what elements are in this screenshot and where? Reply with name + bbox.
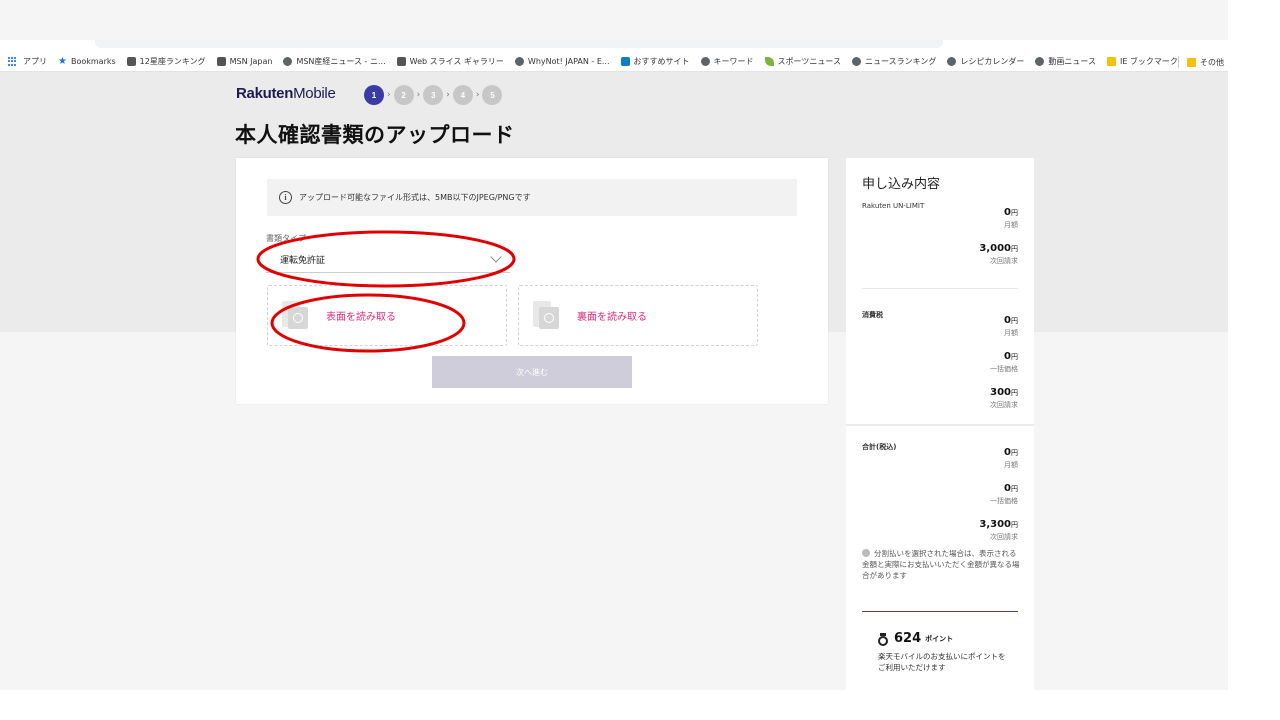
medal-icon	[878, 632, 888, 646]
globe-icon	[700, 57, 710, 66]
step-3: 3	[423, 85, 444, 105]
plan-name: Rakuten UN-LIMIT	[862, 202, 925, 210]
summary-title: 申し込み内容	[862, 177, 941, 192]
step-arrow-icon: ›	[416, 90, 421, 100]
globe-icon	[283, 57, 293, 66]
bookmark-other[interactable]: その他	[1178, 56, 1224, 68]
bookmark-news-ranking[interactable]: ニュースランキング	[851, 56, 936, 67]
next-button[interactable]: 次へ進む	[432, 356, 632, 388]
step-2: 2	[393, 85, 414, 105]
tax-lump: 0円 一括価格	[990, 351, 1018, 373]
step-4: 4	[452, 85, 473, 105]
bookmark-web-slice[interactable]: Web スライス ギャラリー	[396, 56, 504, 67]
globe-icon	[514, 57, 524, 66]
step-5: 5	[482, 85, 503, 105]
rakuten-mobile-logo[interactable]: RakutenMobile	[236, 85, 336, 102]
tax-monthly: 0円 月額	[1004, 315, 1018, 337]
points-header: 624 ポイント	[878, 631, 953, 646]
points-description: 楽天モバイルのお支払いにポイントをご利用いただけます	[878, 652, 1006, 672]
page-title: 本人確認書類のアップロード	[235, 123, 515, 147]
globe-icon	[1035, 57, 1045, 66]
bookmark-video-news[interactable]: 動画ニュース	[1035, 56, 1096, 67]
total-next-bill: 3,300円 次回請求	[979, 519, 1018, 541]
scan-front-button[interactable]: 表面を読み取る	[267, 285, 507, 346]
doc-type-value: 運転免許証	[280, 256, 326, 266]
info-icon: i	[279, 191, 292, 204]
bookmark-whynot[interactable]: WhyNot! JAPAN - E...	[514, 57, 610, 66]
info-dot-icon	[862, 549, 870, 557]
chevron-down-icon	[490, 251, 502, 263]
step-arrow-icon: ›	[446, 90, 450, 100]
bookmark-keyword[interactable]: キーワード	[700, 56, 754, 67]
step-arrow-icon: ›	[387, 90, 391, 100]
file-format-notice: i アップロード可能なファイル形式は、5MB以下のJPEG/PNGです	[267, 179, 797, 216]
order-summary: 申し込み内容 Rakuten UN-LIMIT 0円 月額 3,000円 次回請求 …	[846, 158, 1034, 690]
bookmark-horoscope[interactable]: 12星座ランキング	[126, 56, 206, 67]
screenshot-area: アプリ ★ Bookmarks 12星座ランキング MSN Japan MSN産経…	[0, 0, 1228, 690]
bookmarks-divider	[1178, 56, 1179, 68]
id-card-icon	[282, 300, 310, 331]
points-value: 624	[894, 631, 922, 646]
summary-divider	[862, 288, 1018, 289]
scan-back-button[interactable]: 裏面を読み取る	[518, 285, 758, 346]
folder-icon	[1187, 57, 1196, 67]
apps-grid-icon	[8, 56, 18, 67]
doc-type-select[interactable]: 運転免許証	[266, 247, 510, 273]
tax-name: 消費税	[862, 311, 883, 319]
total-name: 合計(税込)	[862, 443, 897, 451]
globe-icon	[947, 57, 957, 66]
bookmark-msn-japan[interactable]: MSN Japan	[216, 57, 272, 66]
id-card-icon	[533, 300, 561, 331]
bookmark-msn-sankei[interactable]: MSN産経ニュース - ニ...	[283, 56, 386, 67]
bookmark-sports[interactable]: スポーツニュース	[764, 56, 841, 67]
bookmark-recommended[interactable]: おすすめサイト	[620, 56, 690, 67]
scan-front-label: 表面を読み取る	[326, 312, 396, 323]
scan-back-label: 裏面を読み取る	[577, 312, 647, 323]
bookmark-ie-folder[interactable]: IE ブックマーク	[1106, 56, 1178, 67]
upload-card: i アップロード可能なファイル形式は、5MB以下のJPEG/PNGです 書類タイ…	[236, 158, 828, 404]
folder-icon	[1106, 57, 1116, 66]
total-lump: 0円 一括価格	[990, 483, 1018, 505]
plan-next-bill: 3,000円 次回請求	[979, 243, 1018, 265]
msn-icon	[396, 57, 406, 66]
msn-icon	[126, 57, 136, 66]
leaf-icon	[764, 57, 774, 66]
globe-icon	[851, 57, 861, 66]
points-box: 624 ポイント 楽天モバイルのお支払いにポイントをご利用いただけます	[862, 611, 1018, 690]
summary-divider	[846, 424, 1034, 426]
file-format-text: アップロード可能なファイル形式は、5MB以下のJPEG/PNGです	[299, 193, 531, 202]
bing-icon	[620, 57, 630, 66]
address-bar[interactable]	[95, 40, 943, 48]
total-monthly: 0円 月額	[1004, 447, 1018, 469]
bookmark-recipe[interactable]: レシピカレンダー	[947, 56, 1024, 67]
doc-type-label: 書類タイプ	[266, 234, 306, 243]
step-1: 1	[364, 85, 384, 105]
bookmarks-bar: アプリ ★ Bookmarks 12星座ランキング MSN Japan MSN産経…	[0, 52, 1228, 72]
plan-monthly: 0円 月額	[1004, 207, 1018, 229]
step-arrow-icon: ›	[475, 90, 480, 100]
bookmark-apps[interactable]: アプリ	[8, 56, 47, 67]
step-indicator: 1 › 2 › 3 › 4 › 5	[364, 85, 503, 105]
star-icon: ★	[58, 55, 67, 67]
tax-next-bill: 300円 次回請求	[990, 387, 1018, 409]
points-unit: ポイント	[925, 634, 954, 643]
installment-note: 分割払いを選択された場合は、表示される金額と実際にお支払いいただく金額が異なる場…	[862, 549, 1020, 580]
msn-icon	[216, 57, 226, 66]
bookmark-bookmarks[interactable]: ★ Bookmarks	[58, 55, 116, 67]
